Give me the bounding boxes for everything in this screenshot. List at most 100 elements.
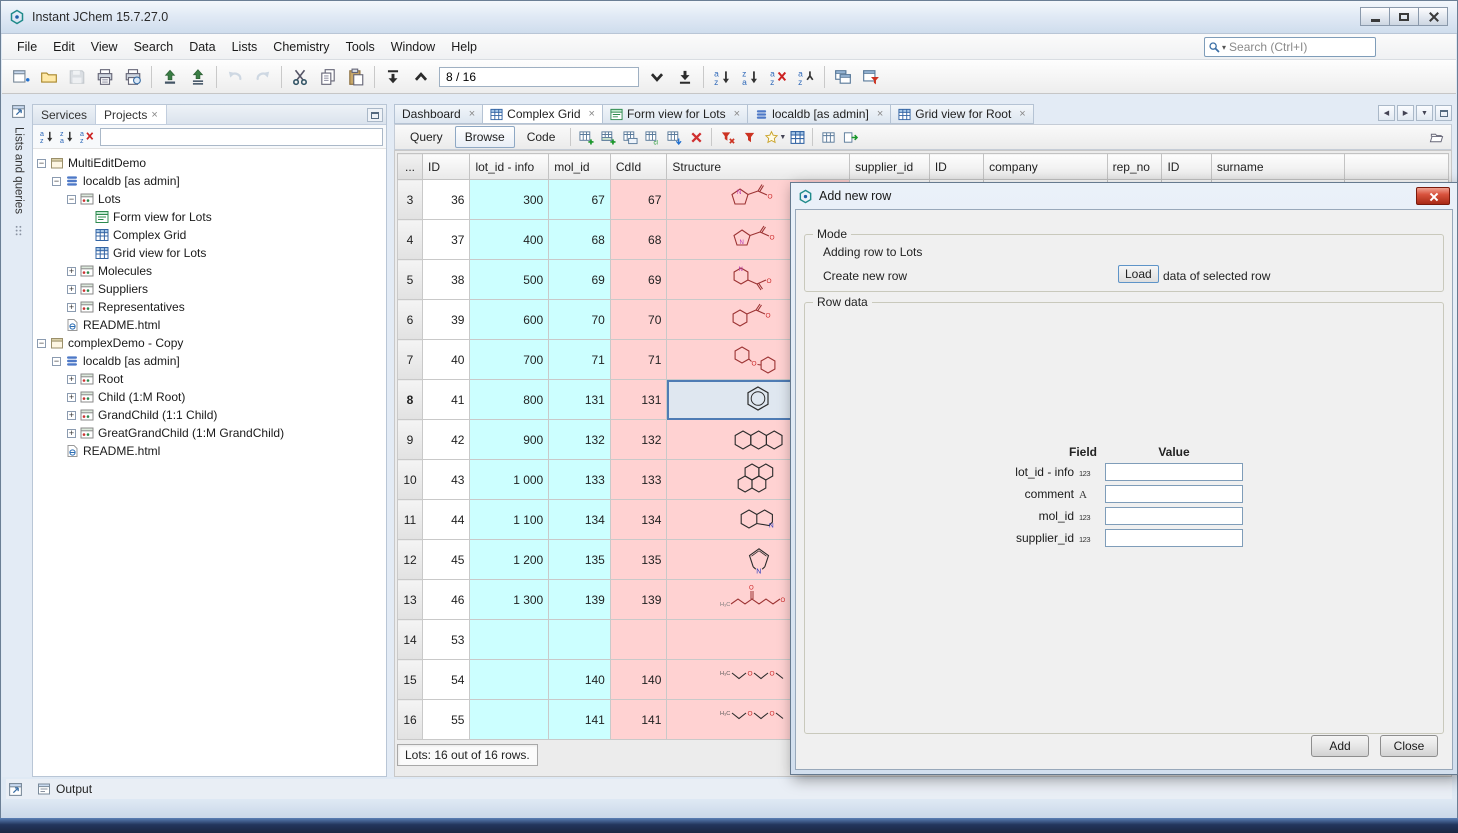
filter-icon[interactable] xyxy=(738,127,760,148)
lists-queries-dock-label[interactable]: Lists and queries xyxy=(13,127,25,214)
dock-window-icon[interactable] xyxy=(8,782,23,797)
cell-lot-id-info[interactable] xyxy=(470,700,549,740)
cell-mol-id[interactable]: 134 xyxy=(549,500,611,540)
cell-id[interactable]: 44 xyxy=(422,500,469,540)
column-header-mol-id[interactable]: mol_id xyxy=(549,154,611,180)
duplicate-row-icon[interactable] xyxy=(619,127,641,148)
row-number[interactable]: 9 xyxy=(398,420,423,460)
dock-window-icon[interactable] xyxy=(11,104,26,119)
tree-item-greatgrandchild-1-m-grandchild[interactable]: +GreatGrandChild (1:M GrandChild) xyxy=(33,424,386,442)
save-icon[interactable] xyxy=(63,64,91,90)
tab-form-view-for-lots[interactable]: Form view for Lots× xyxy=(603,104,748,124)
cell-lot-id-info[interactable]: 600 xyxy=(470,300,549,340)
remove-filter-icon[interactable] xyxy=(716,127,738,148)
row-number[interactable]: 7 xyxy=(398,340,423,380)
menu-data[interactable]: Data xyxy=(181,36,223,58)
next-row-icon[interactable] xyxy=(643,64,671,90)
open-folder-icon[interactable] xyxy=(1425,127,1447,148)
cell-id[interactable]: 43 xyxy=(422,460,469,500)
column-header-surname[interactable]: surname xyxy=(1211,154,1344,180)
print-icon[interactable] xyxy=(91,64,119,90)
cell-cdid[interactable]: 134 xyxy=(610,500,667,540)
menu-help[interactable]: Help xyxy=(443,36,485,58)
column-header-id[interactable]: ID xyxy=(422,154,469,180)
tree-sort-descending-icon[interactable]: za xyxy=(56,127,76,146)
cell-cdid[interactable]: 140 xyxy=(610,660,667,700)
cell-id[interactable]: 54 xyxy=(422,660,469,700)
column-header-rep-no[interactable]: rep_no xyxy=(1107,154,1162,180)
cell-lot-id-info[interactable] xyxy=(470,620,549,660)
cell-cdid[interactable]: 131 xyxy=(610,380,667,420)
tree-item-grid-view-for-lots[interactable]: Grid view for Lots xyxy=(33,244,386,262)
tab-list-dropdown-icon[interactable]: ▼ xyxy=(1416,105,1433,121)
row-number[interactable]: 6 xyxy=(398,300,423,340)
new-form-icon[interactable] xyxy=(7,64,35,90)
close-icon[interactable]: × xyxy=(589,108,595,120)
record-position-input[interactable] xyxy=(439,67,639,87)
close-button[interactable] xyxy=(1418,7,1448,26)
tree-filter-input[interactable] xyxy=(100,128,383,146)
close-icon[interactable]: × xyxy=(469,108,475,120)
cell-id[interactable]: 45 xyxy=(422,540,469,580)
tree-item-complexdemo-copy[interactable]: −complexDemo - Copy xyxy=(33,334,386,352)
menu-chemistry[interactable]: Chemistry xyxy=(265,36,337,58)
clone-row-icon[interactable]: cl xyxy=(641,127,663,148)
cell-cdid[interactable]: 133 xyxy=(610,460,667,500)
cell-mol-id[interactable]: 132 xyxy=(549,420,611,460)
tree-item-complex-grid[interactable]: Complex Grid xyxy=(33,226,386,244)
tab-dashboard[interactable]: Dashboard× xyxy=(394,104,483,124)
row-number[interactable]: 16 xyxy=(398,700,423,740)
expand-toggle-icon[interactable]: + xyxy=(67,393,76,402)
expand-toggle-icon[interactable]: + xyxy=(67,267,76,276)
cell-cdid[interactable]: 68 xyxy=(610,220,667,260)
panel-tab-projects[interactable]: Projects× xyxy=(96,105,167,124)
add-button[interactable]: Add xyxy=(1311,735,1369,757)
row-number[interactable]: 5 xyxy=(398,260,423,300)
cell-cdid[interactable]: 132 xyxy=(610,420,667,460)
column-header-id[interactable]: ID xyxy=(1162,154,1211,180)
cell-id[interactable]: 39 xyxy=(422,300,469,340)
cell-mol-id[interactable]: 141 xyxy=(549,700,611,740)
column-header-cdid[interactable]: CdId xyxy=(610,154,667,180)
cell-id[interactable]: 53 xyxy=(422,620,469,660)
load-button[interactable]: Load xyxy=(1118,265,1159,283)
cell-lot-id-info[interactable]: 900 xyxy=(470,420,549,460)
cell-mol-id[interactable]: 70 xyxy=(549,300,611,340)
close-dialog-button[interactable]: Close xyxy=(1380,735,1438,757)
favorites-dropdown-icon[interactable]: ▼ xyxy=(779,134,786,141)
tree-item-form-view-for-lots[interactable]: Form view for Lots xyxy=(33,208,386,226)
cell-cdid[interactable]: 71 xyxy=(610,340,667,380)
title-bar[interactable]: Instant JChem 15.7.27.0 xyxy=(1,1,1457,34)
cell-mol-id[interactable]: 135 xyxy=(549,540,611,580)
collapse-toggle-icon[interactable]: − xyxy=(52,177,61,186)
column-header-lot-id-info[interactable]: lot_id - info xyxy=(470,154,549,180)
undo-icon[interactable] xyxy=(221,64,249,90)
minimize-panel-button[interactable] xyxy=(367,108,383,122)
cell-cdid[interactable]: 139 xyxy=(610,580,667,620)
import-data-icon[interactable] xyxy=(156,64,184,90)
tree-item-child-1-m-root[interactable]: +Child (1:M Root) xyxy=(33,388,386,406)
cell-lot-id-info[interactable]: 1 100 xyxy=(470,500,549,540)
collapse-toggle-icon[interactable]: − xyxy=(37,159,46,168)
cut-icon[interactable] xyxy=(286,64,314,90)
cell-id[interactable]: 46 xyxy=(422,580,469,620)
open-icon[interactable] xyxy=(35,64,63,90)
add-row-icon[interactable] xyxy=(597,127,619,148)
print-preview-icon[interactable] xyxy=(119,64,147,90)
cell-id[interactable]: 42 xyxy=(422,420,469,460)
cell-cdid[interactable]: 135 xyxy=(610,540,667,580)
tab-grid-view-for-root[interactable]: Grid view for Root× xyxy=(891,104,1033,124)
close-icon[interactable]: × xyxy=(734,108,740,120)
menu-view[interactable]: View xyxy=(83,36,126,58)
row-number[interactable]: 8 xyxy=(398,380,423,420)
expand-toggle-icon[interactable]: + xyxy=(67,375,76,384)
tree-item-molecules[interactable]: +Molecules xyxy=(33,262,386,280)
sort-descending-icon[interactable]: za xyxy=(736,64,764,90)
search-dropdown-icon[interactable]: ▾ xyxy=(1222,43,1226,52)
cell-mol-id[interactable]: 67 xyxy=(549,180,611,220)
column-header-company[interactable]: company xyxy=(984,154,1108,180)
tree-item-representatives[interactable]: +Representatives xyxy=(33,298,386,316)
cell-id[interactable]: 38 xyxy=(422,260,469,300)
menu-lists[interactable]: Lists xyxy=(224,36,266,58)
collapse-toggle-icon[interactable]: − xyxy=(37,339,46,348)
